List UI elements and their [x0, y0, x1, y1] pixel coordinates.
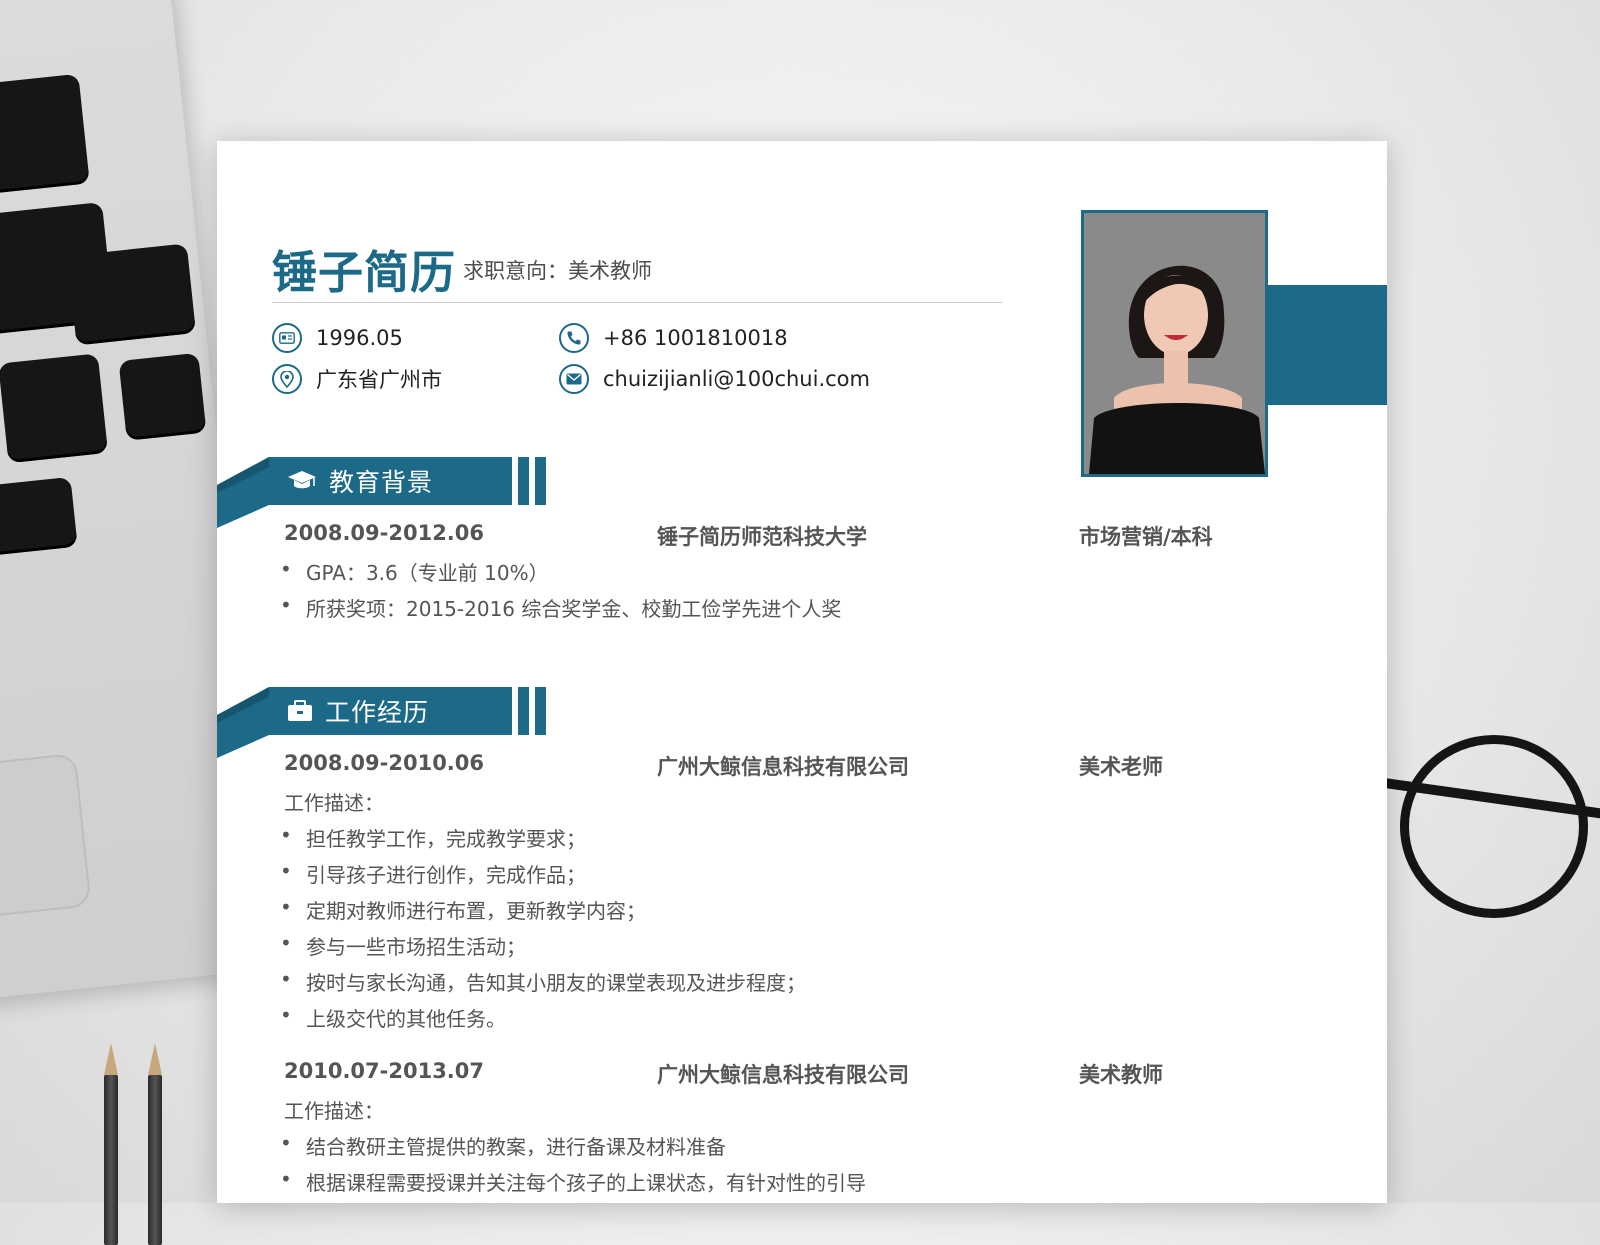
- job-desc-label: 工作描述：: [284, 1099, 384, 1123]
- list-item: 结合教研主管提供的教案，进行备课及材料准备: [280, 1131, 726, 1160]
- briefcase-icon: [287, 700, 313, 722]
- job-intent-value: 美术教师: [568, 259, 652, 283]
- trackpad-decoration: [0, 752, 92, 922]
- contact-phone: +86 1001810018: [559, 323, 788, 353]
- section-stripe: [518, 457, 529, 505]
- job-desc-label: 工作描述：: [284, 791, 384, 815]
- job-intent-label: 求职意向：: [463, 259, 568, 283]
- contact-email: chuizijianli@100chui.com: [559, 364, 870, 394]
- contact-birth: 1996.05: [272, 323, 403, 353]
- accent-block: [1268, 285, 1387, 405]
- list-item: 所获奖项：2015-2016 综合奖学金、校勤工俭学先进个人奖: [280, 593, 841, 622]
- envelope-icon: [559, 364, 589, 394]
- section-title-work: 工作经历: [325, 698, 430, 727]
- contact-location: 广东省广州市: [272, 364, 442, 394]
- job-role: 美术教师: [1079, 1063, 1163, 1087]
- pencil-decoration: [148, 1043, 162, 1245]
- email-text: chuizijianli@100chui.com: [603, 367, 870, 391]
- section-stripe: [535, 687, 546, 735]
- job-company: 广州大鲸信息科技有限公司: [657, 1063, 909, 1087]
- section-title-education: 教育背景: [329, 468, 434, 497]
- ribbon-fold-icon: [217, 687, 269, 758]
- section-stripe: [518, 687, 529, 735]
- profile-photo: [1081, 210, 1268, 477]
- phone-icon: [559, 323, 589, 353]
- list-item: 上级交代的其他任务。: [280, 1003, 506, 1032]
- job-date: 2008.09-2010.06: [284, 751, 485, 775]
- location-pin-icon: [272, 364, 302, 394]
- resume-page: 锤子简历 求职意向：美术教师 1996.05 广东省广州市 +86 100181…: [217, 141, 1387, 1203]
- list-item: 按时与家长沟通，告知其小朋友的课堂表现及进步程度；: [280, 967, 806, 996]
- glasses-decoration: [1400, 735, 1588, 918]
- birth-text: 1996.05: [316, 326, 403, 350]
- list-item: 引导孩子进行创作，完成作品；: [280, 859, 586, 888]
- job-intent: 求职意向：美术教师: [463, 255, 652, 285]
- list-item: GPA：3.6（专业前 10%）: [280, 557, 549, 586]
- edu-date: 2008.09-2012.06: [284, 521, 485, 545]
- list-item: 担任教学工作，完成教学要求；: [280, 823, 586, 852]
- header-divider: [272, 302, 1002, 303]
- section-stripe: [535, 457, 546, 505]
- list-item: 参与一些市场招生活动；: [280, 931, 526, 960]
- id-card-icon: [272, 323, 302, 353]
- graduation-cap-icon: [287, 470, 317, 492]
- pencil-decoration: [104, 1043, 118, 1245]
- job-date: 2010.07-2013.07: [284, 1059, 485, 1083]
- job-company: 广州大鲸信息科技有限公司: [657, 755, 909, 779]
- list-item: 定期对教师进行布置，更新教学内容；: [280, 895, 646, 924]
- phone-text: +86 1001810018: [603, 326, 788, 350]
- job-role: 美术老师: [1079, 755, 1163, 779]
- list-item: 根据课程需要授课并关注每个孩子的上课状态，有针对性的引导: [280, 1167, 866, 1196]
- edu-major: 市场营销/本科: [1079, 525, 1213, 549]
- location-text: 广东省广州市: [316, 368, 442, 392]
- resume-name: 锤子简历: [272, 246, 457, 299]
- edu-school: 锤子简历师范科技大学: [657, 525, 867, 549]
- ribbon-fold-icon: [217, 457, 269, 528]
